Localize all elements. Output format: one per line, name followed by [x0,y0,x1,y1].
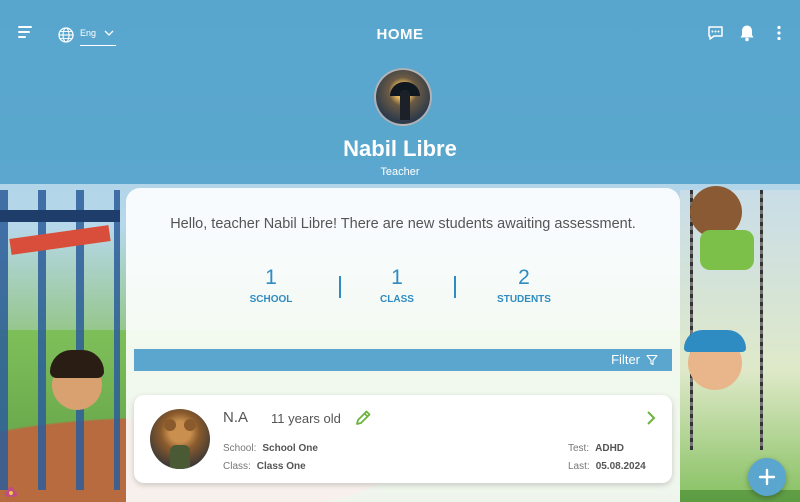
last-value: 05.08.2024 [595,461,646,472]
test-label: Test: [568,443,590,454]
background-child-right-cap [684,330,746,352]
student-age: 11 years old [271,411,341,426]
bell-icon [740,25,754,42]
student-name: N.A [223,409,249,426]
filter-bar: Filter [134,349,672,371]
more-options-button[interactable] [770,24,788,42]
stats-summary: 1 SCHOOL 1 CLASS 2 STUDENTS [216,266,596,316]
stat-students[interactable]: 2 STUDENTS [469,266,579,305]
plus-icon [758,468,776,486]
more-vertical-icon [777,25,781,41]
chevron-right-icon[interactable] [644,409,658,427]
filter-icon [646,354,658,365]
page-title: HOME [376,26,424,43]
notifications-button[interactable] [738,24,756,42]
class-label: Class: [223,461,251,472]
last-label: Last: [568,461,590,472]
stat-divider [339,276,341,298]
student-avatar [150,409,210,469]
user-role: Teacher [380,166,420,178]
student-test-row: Test: ADHD [568,443,624,454]
add-student-button[interactable] [748,458,786,496]
background-child-left-hair [50,350,104,378]
stat-school-label: SCHOOL [249,294,293,305]
header-actions [706,24,788,42]
stat-students-label: STUDENTS [497,294,551,305]
user-name: Nabil Libre [343,136,457,161]
avatar-ear-shape [164,419,176,431]
student-card[interactable]: N.A 11 years old School: School One Class… [134,395,672,483]
filter-button[interactable]: Filter [611,352,658,367]
school-label: School: [223,443,257,454]
messages-button[interactable] [706,24,724,42]
background-swing-chain [760,190,763,450]
stat-class-value: 1 [391,266,403,289]
top-app-bar: Eng HOME [0,0,800,68]
stat-class-label: CLASS [380,294,414,305]
stat-class[interactable]: 1 CLASS [342,266,452,305]
profile-header: Eng HOME Nabil Libre Teacher [0,0,800,184]
stat-students-value: 2 [518,266,530,289]
student-class-row: Class: Class One [223,461,306,472]
user-avatar[interactable] [374,68,432,126]
test-value: ADHD [595,443,625,454]
stat-divider [454,276,456,298]
background-child-right-shirt [700,230,754,270]
stat-school[interactable]: 1 SCHOOL [216,266,326,305]
school-value: School One [262,443,318,454]
greeting-message: Hello, teacher Nabil Libre! There are ne… [170,216,636,232]
flower-icon [5,487,17,497]
stat-school-value: 1 [265,266,277,289]
avatar-figure-shape [400,90,410,120]
pencil-icon[interactable] [354,409,372,427]
filter-label: Filter [611,352,640,367]
avatar-ear-shape [184,419,196,431]
chat-icon [707,26,723,40]
dashboard-panel: Hello, teacher Nabil Libre! There are ne… [126,188,680,502]
class-value: Class One [256,461,306,472]
background-frame-bar [0,210,120,222]
student-school-row: School: School One [223,443,318,454]
student-last-row: Last: 05.08.2024 [568,461,646,472]
avatar-body-shape [170,445,190,469]
background-swing-chain [690,190,693,450]
